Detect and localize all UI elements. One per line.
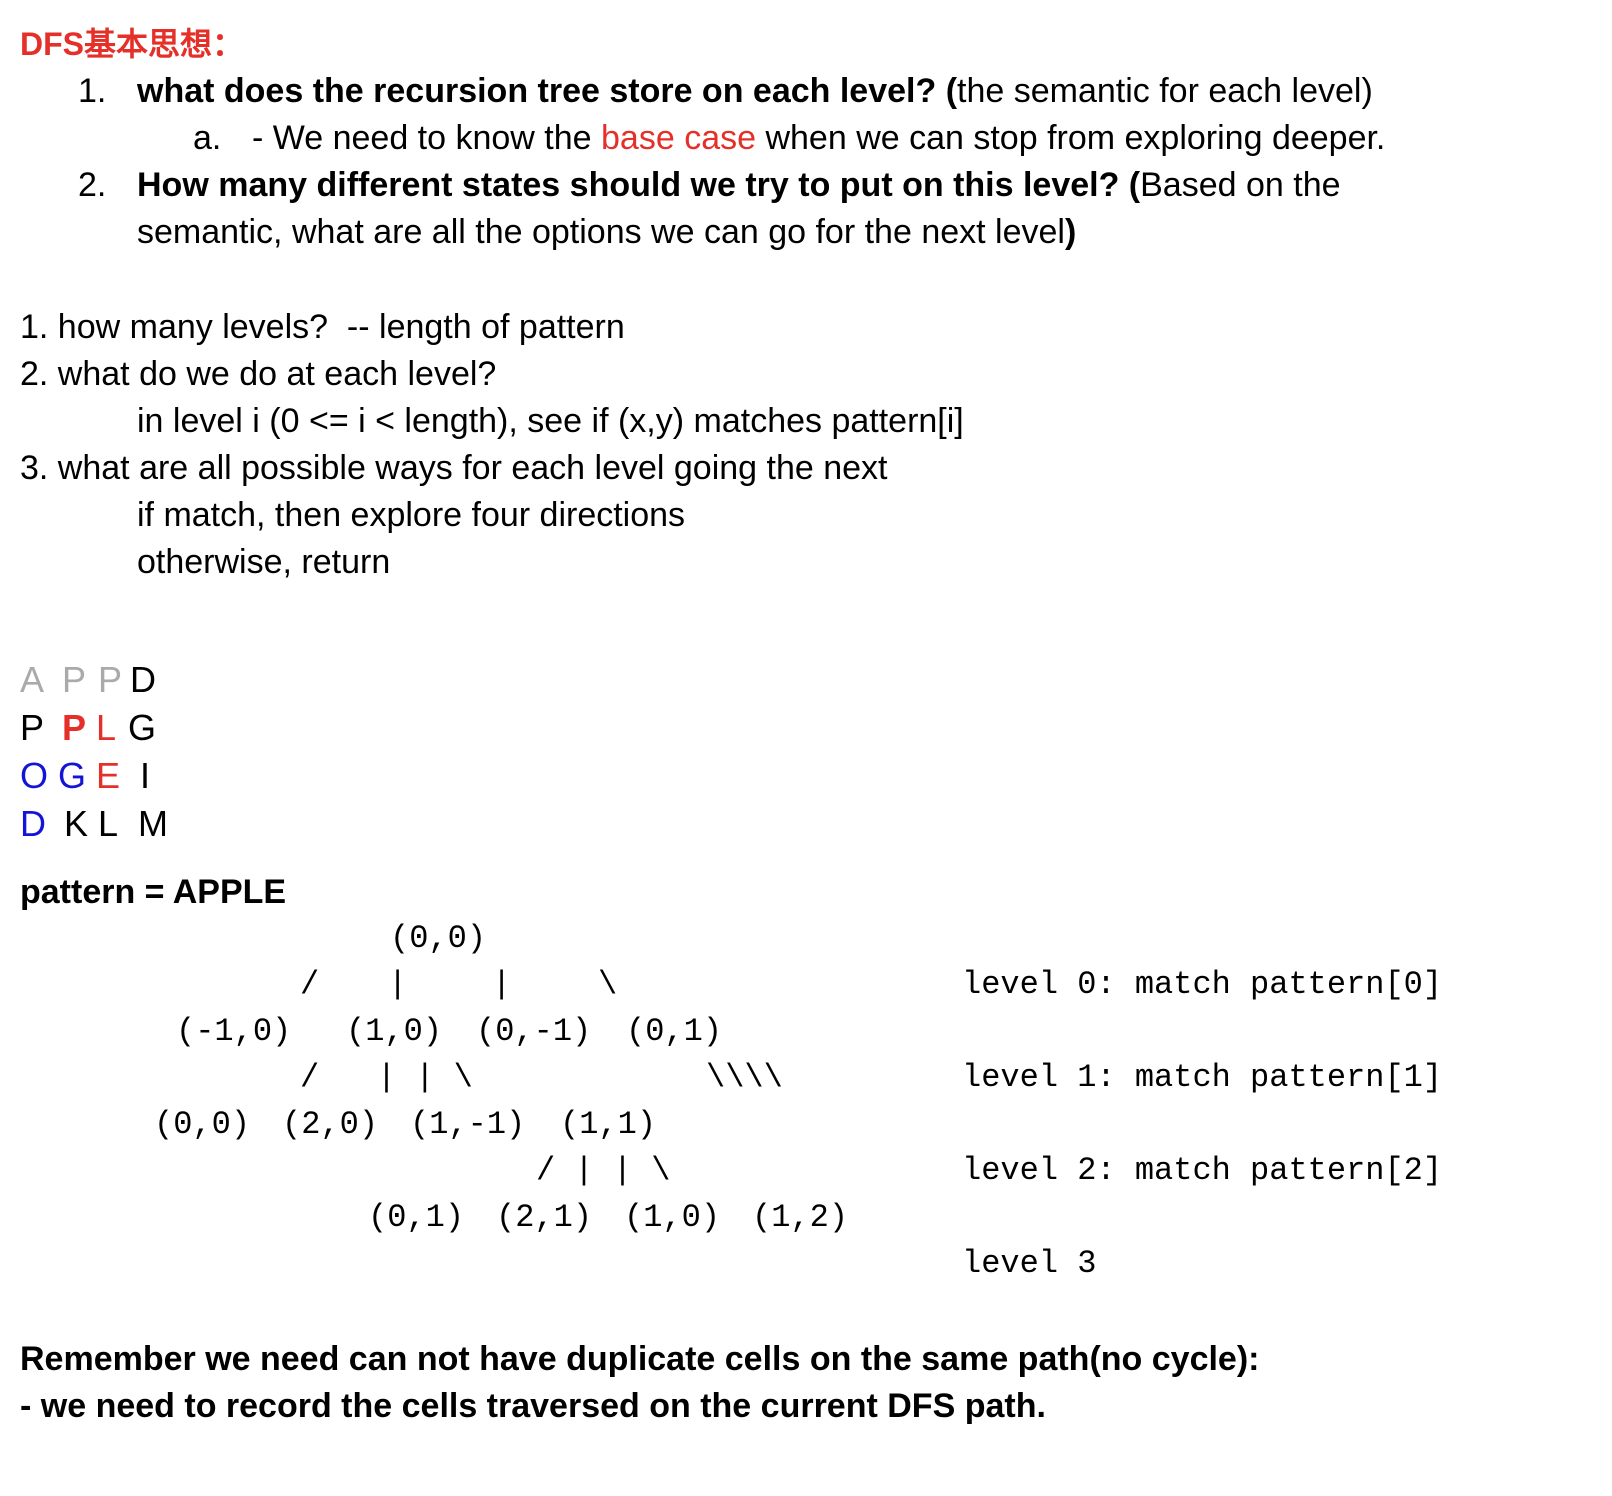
tree-edge: / [300, 966, 320, 1003]
principle-2-rest: Based on the [1140, 166, 1341, 204]
principle-2-bold: How many different states should we try … [137, 166, 1141, 204]
grid-cell: L [96, 707, 117, 748]
grid-cell: I [140, 755, 151, 796]
tree-edges-level3: / | | \ [536, 1152, 671, 1189]
pattern-label: pattern = APPLE [20, 873, 287, 911]
tree-node: (0,1) [368, 1199, 465, 1236]
tree-edges-left: / | | \ [300, 1059, 473, 1096]
question-2: 2. what do we do at each level? [20, 355, 497, 393]
tree-node: (-1,0) [176, 1013, 292, 1050]
grid-cell: G [128, 707, 157, 748]
remember-note-line-2: - we need to record the cells traversed … [20, 1387, 1046, 1425]
tree-node: (0,0) [154, 1106, 251, 1143]
tree-edge: | [388, 966, 408, 1003]
tree-node: (1,1) [560, 1106, 657, 1143]
grid-cell: D [20, 803, 46, 844]
tree-edge: | [492, 966, 512, 1003]
question-1: 1. how many levels? -- length of pattern [20, 308, 625, 346]
remember-note-line-1: Remember we need can not have duplicate … [20, 1340, 1260, 1378]
grid-cell: O [20, 755, 49, 796]
tree-edges-right: \\\\ [706, 1059, 783, 1096]
question-3-detail-1: if match, then explore four directions [137, 496, 686, 534]
principle-1-bold: what does the recursion tree store on ea… [137, 72, 958, 110]
grid-cell: P [98, 659, 123, 700]
grid-cell: P [62, 659, 87, 700]
question-2-detail: in level i (0 <= i < length), see if (x,… [137, 402, 964, 440]
grid-cell: G [58, 755, 87, 796]
grid-cell: M [138, 803, 168, 844]
grid-cell: P [62, 707, 87, 748]
level-annotation-0: level 0: match pattern[0] [962, 966, 1443, 1003]
tree-root-node: (0,0) [390, 920, 487, 957]
tree-node: (1,2) [752, 1199, 849, 1236]
principle-2-cont-text: semantic, what are all the options we ca… [137, 213, 1065, 251]
principle-1: what does the recursion tree store on ea… [137, 74, 1373, 108]
grid-cell: K [64, 803, 89, 844]
level-annotation-2: level 2: match pattern[2] [962, 1152, 1443, 1189]
grid-cell: D [130, 659, 156, 700]
tree-node: (1,0) [346, 1013, 443, 1050]
principle-2-number: 2. [78, 166, 107, 204]
principle-2: How many different states should we try … [137, 168, 1341, 202]
sub-item-a-pre: - We need to know the [252, 119, 602, 157]
grid-cell: E [96, 755, 121, 796]
base-case-highlight: base case [601, 119, 757, 157]
tree-node: (1,0) [624, 1199, 721, 1236]
page-title: DFS基本思想： [20, 26, 245, 62]
tree-edge: \ [598, 966, 618, 1003]
sub-item-a-letter: a. [193, 119, 222, 157]
tree-node: (0,1) [626, 1013, 723, 1050]
tree-node: (2,0) [282, 1106, 379, 1143]
grid-cell: L [98, 803, 119, 844]
sub-item-a-post: when we can stop from exploring deeper. [756, 119, 1386, 157]
tree-node: (2,1) [496, 1199, 593, 1236]
principle-2-continued: semantic, what are all the options we ca… [137, 215, 1076, 249]
grid-cell: P [20, 707, 45, 748]
level-annotation-3: level 3 [962, 1245, 1097, 1282]
grid-cell: A [20, 659, 45, 700]
principle-1-number: 1. [78, 72, 107, 110]
tree-node: (0,-1) [476, 1013, 592, 1050]
level-annotation-1: level 1: match pattern[1] [962, 1059, 1443, 1096]
question-3: 3. what are all possible ways for each l… [20, 449, 888, 487]
principle-1-rest: the semantic for each level) [957, 72, 1373, 110]
question-3-detail-2: otherwise, return [137, 543, 391, 581]
tree-node: (1,-1) [410, 1106, 526, 1143]
principle-2-cont-close: ) [1064, 213, 1077, 251]
sub-item-a: - We need to know the base case when we … [252, 121, 1385, 155]
